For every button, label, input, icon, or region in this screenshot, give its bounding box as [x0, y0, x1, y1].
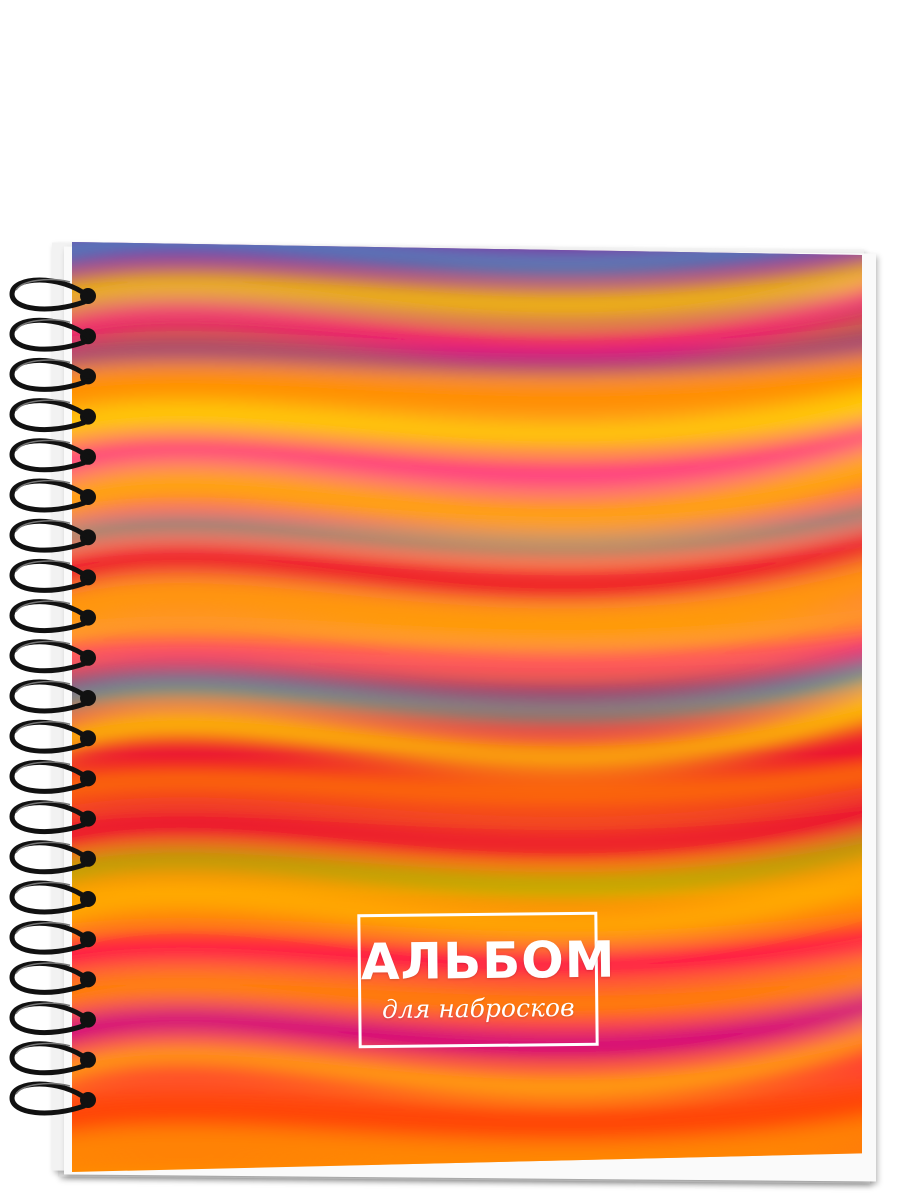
spiral-binding [9, 277, 96, 1116]
cover: АЛЬБОМ для набросков [72, 242, 862, 1172]
album-title: АЛЬБОМ [360, 930, 616, 992]
sketchbook-scene: АЛЬБОМ для набросков [0, 0, 900, 1200]
album-subtitle: для набросков [381, 992, 575, 1025]
title-label-box: АЛЬБОМ для набросков [357, 911, 616, 1049]
